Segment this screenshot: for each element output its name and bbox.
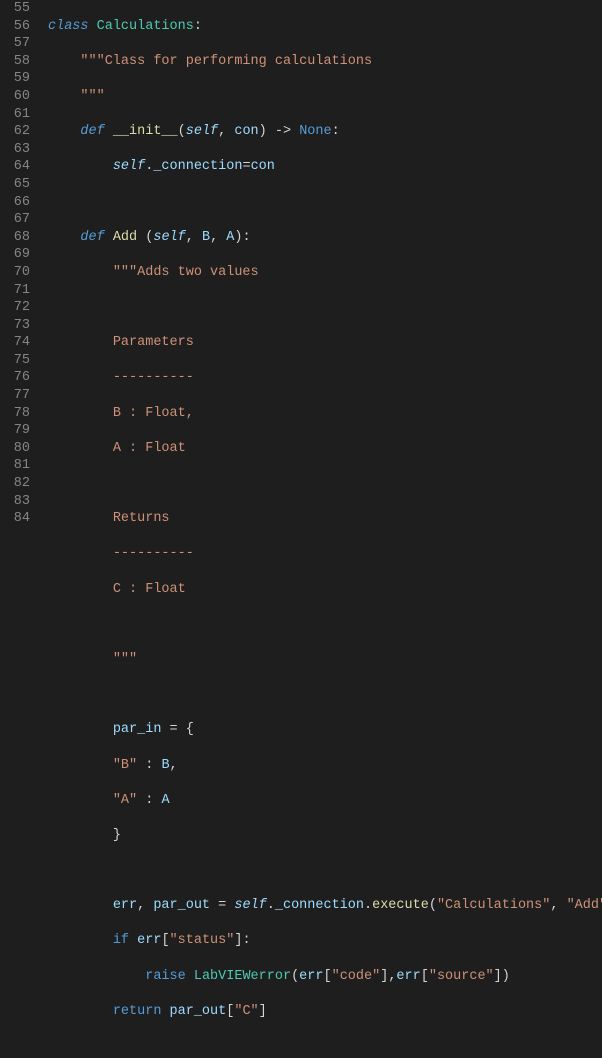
line-number: 56	[0, 18, 44, 36]
line-number: 79	[0, 422, 44, 440]
var-con: con	[251, 159, 275, 174]
self-ref: self	[113, 159, 145, 174]
line-number: 64	[0, 158, 44, 176]
string-literal: "source"	[429, 969, 494, 984]
exception-name: LabVIEWerror	[194, 969, 291, 984]
function-init: __init__	[113, 124, 178, 139]
param-self: self	[186, 124, 218, 139]
line-number: 84	[0, 510, 44, 528]
var-err: err	[299, 969, 323, 984]
var-par-out: par_out	[170, 1004, 227, 1019]
docstring-line: Parameters	[113, 335, 194, 350]
keyword-raise: raise	[145, 969, 186, 984]
line-number: 77	[0, 387, 44, 405]
docstring-end: """	[113, 652, 137, 667]
line-number: 78	[0, 405, 44, 423]
line-number: 63	[0, 141, 44, 159]
docstring-line: Returns	[113, 511, 170, 526]
string-literal: "Calculations"	[437, 898, 550, 913]
line-number: 82	[0, 475, 44, 493]
line-number: 70	[0, 264, 44, 282]
var-err: err	[113, 898, 137, 913]
line-number: 76	[0, 369, 44, 387]
function-add: Add	[113, 230, 137, 245]
docstring: """Adds two values	[113, 265, 259, 280]
dict-val: A	[161, 793, 169, 808]
var-err: err	[396, 969, 420, 984]
var-err: err	[137, 933, 161, 948]
docstring-line: ----------	[113, 370, 194, 385]
line-number: 69	[0, 246, 44, 264]
line-number: 83	[0, 493, 44, 511]
line-number: 80	[0, 440, 44, 458]
keyword-return: return	[113, 1004, 162, 1019]
line-number: 71	[0, 282, 44, 300]
dict-val: B	[161, 758, 169, 773]
param-B: B	[202, 230, 210, 245]
string-literal: "Add"	[567, 898, 602, 913]
docstring-end: """	[80, 89, 104, 104]
line-number: 81	[0, 457, 44, 475]
none-type: None	[299, 124, 331, 139]
string-literal: "C"	[234, 1004, 258, 1019]
line-number: 62	[0, 123, 44, 141]
code-content[interactable]: class Calculations: """Class for perform…	[44, 0, 602, 529]
var-par-in: par_in	[113, 722, 162, 737]
docstring-line: A : Float	[113, 441, 186, 456]
line-number-gutter: 5556575859606162636465666768697071727374…	[0, 0, 44, 529]
line-number: 66	[0, 194, 44, 212]
line-number: 55	[0, 0, 44, 18]
line-number: 59	[0, 70, 44, 88]
keyword-def: def	[80, 230, 104, 245]
attr-connection: _connection	[275, 898, 364, 913]
dict-key: "B"	[113, 758, 137, 773]
string-literal: "status"	[170, 933, 235, 948]
line-number: 67	[0, 211, 44, 229]
line-number: 75	[0, 352, 44, 370]
docstring-line: B : Float,	[113, 406, 194, 421]
param-self: self	[153, 230, 185, 245]
keyword-class: class	[48, 19, 89, 34]
docstring: """Class for performing calculations	[80, 54, 372, 69]
line-number: 73	[0, 317, 44, 335]
line-number: 60	[0, 88, 44, 106]
keyword-def: def	[80, 124, 104, 139]
docstring-line: C : Float	[113, 582, 186, 597]
var-par-out: par_out	[153, 898, 210, 913]
dict-key: "A"	[113, 793, 137, 808]
method-execute: execute	[372, 898, 429, 913]
line-number: 68	[0, 229, 44, 247]
line-number: 58	[0, 53, 44, 71]
keyword-if: if	[113, 933, 129, 948]
code-editor[interactable]: 5556575859606162636465666768697071727374…	[0, 0, 602, 529]
line-number: 61	[0, 106, 44, 124]
string-literal: "code"	[332, 969, 381, 984]
docstring-line: ----------	[113, 546, 194, 561]
line-number: 72	[0, 299, 44, 317]
self-ref: self	[234, 898, 266, 913]
class-name: Calculations	[97, 19, 194, 34]
line-number: 65	[0, 176, 44, 194]
line-number: 74	[0, 334, 44, 352]
param-con: con	[234, 124, 258, 139]
attr-connection: _connection	[153, 159, 242, 174]
line-number: 57	[0, 35, 44, 53]
